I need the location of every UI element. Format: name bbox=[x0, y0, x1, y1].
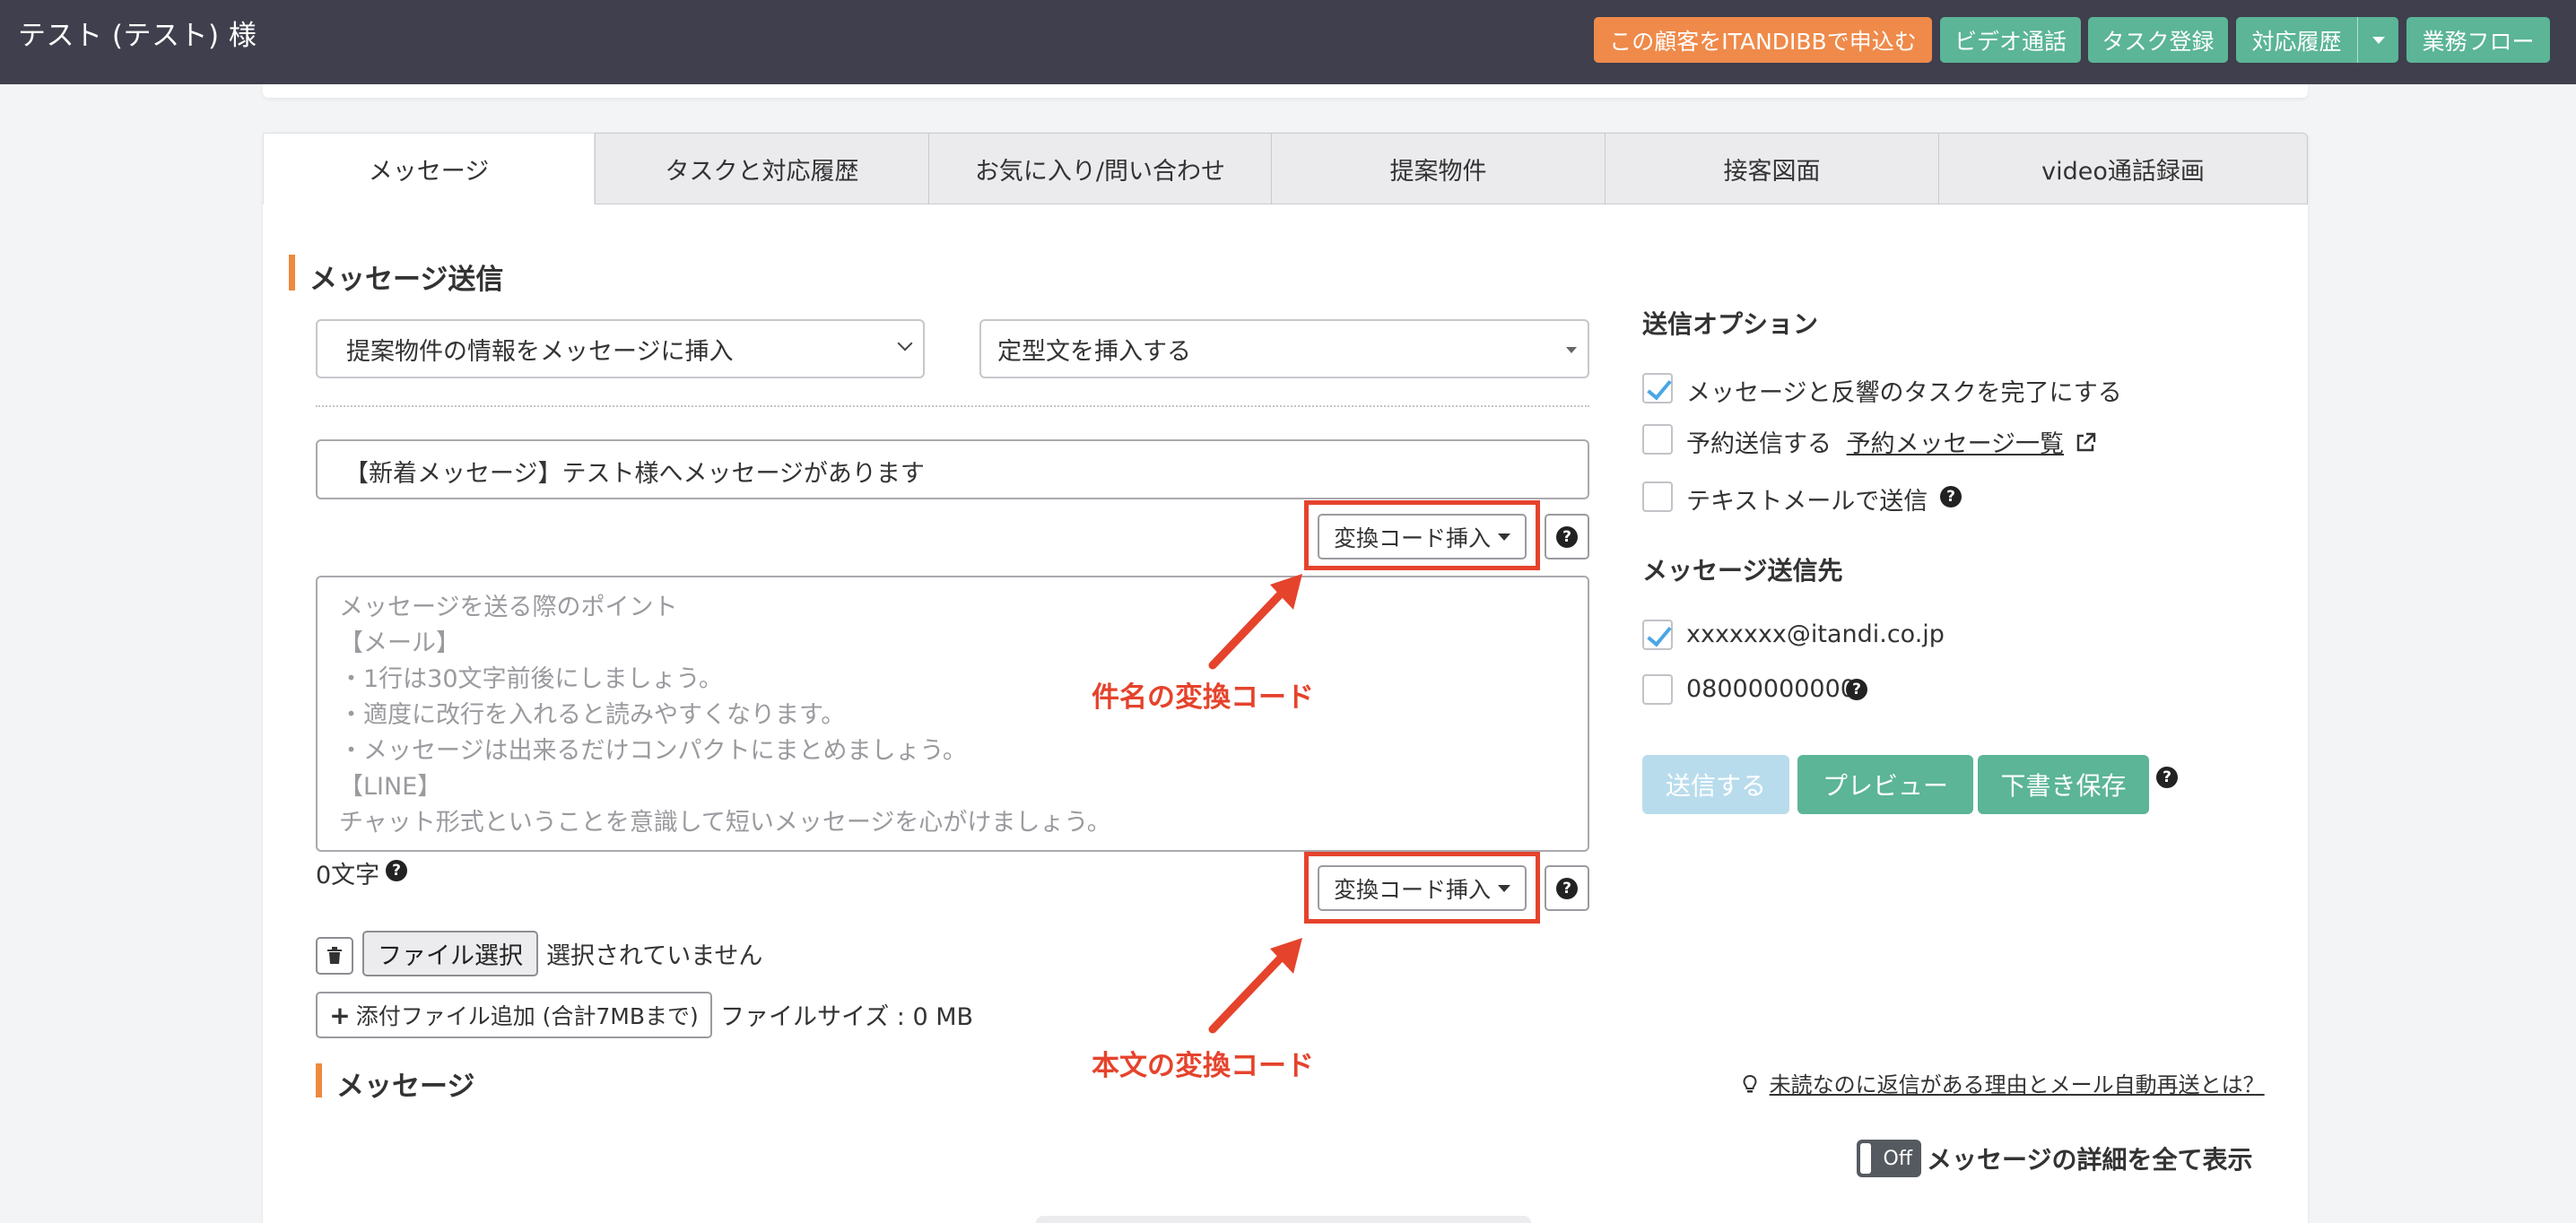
body-code-insert-label: 変換コード挿入 bbox=[1333, 876, 1491, 903]
message-body-textarea[interactable]: メッセージを送る際のポイント 【メール】 ・1行は30文字前後にしましょう。 ・… bbox=[316, 576, 1589, 852]
sms-send-label: テキストメールで送信 bbox=[1686, 488, 1928, 516]
question-circle-icon: ? bbox=[1556, 877, 1578, 899]
placeholder-line: 【LINE】 bbox=[339, 773, 442, 801]
trash-icon bbox=[327, 947, 342, 964]
subject-input-value: 【新着メッセージ】テスト様へメッセージがあります bbox=[344, 460, 925, 488]
annotation-body-code: 本文の変換コード bbox=[1092, 1050, 1314, 1082]
plus-icon: + bbox=[329, 1000, 351, 1030]
history-button[interactable]: 対応履歴 bbox=[2236, 17, 2357, 63]
complete-task-checkbox[interactable] bbox=[1642, 373, 1673, 403]
annotation-arrow-subject bbox=[1208, 574, 1302, 670]
char-count: 0文字 bbox=[316, 862, 380, 889]
scheduled-send-label: 予約送信する 予約メッセージ一覧 bbox=[1686, 424, 2097, 459]
save-draft-button[interactable]: 下書き保存 bbox=[1978, 755, 2149, 814]
recipients-title: メッセージ送信先 bbox=[1642, 556, 1843, 585]
placeholder-line: 【メール】 bbox=[339, 629, 460, 657]
question-circle-icon[interactable]: ? bbox=[1846, 679, 1867, 700]
apply-itandibb-button[interactable]: この顧客をITANDIBBで申込む bbox=[1594, 17, 1932, 63]
placeholder-line: ・1行は30文字前後にしましょう。 bbox=[339, 665, 723, 693]
tab-service-drawings[interactable]: 接客図面 bbox=[1605, 133, 1939, 204]
divider bbox=[316, 405, 1589, 407]
subject-code-insert-button[interactable]: 変換コード挿入 bbox=[1318, 514, 1527, 559]
help-link-row: 未読なのに返信がある理由とメール自動再送とは？ bbox=[1743, 1067, 2265, 1098]
history-dropdown-toggle[interactable] bbox=[2357, 17, 2398, 63]
subject-code-help-button[interactable]: ? bbox=[1545, 514, 1589, 559]
compose-section-title: メッセージ送信 bbox=[309, 264, 504, 296]
toggle-state-label: Off bbox=[1883, 1147, 1912, 1170]
property-insert-select[interactable]: 提案物件の情報をメッセージに挿入 bbox=[316, 319, 925, 378]
resend-help-link[interactable]: 未読なのに返信がある理由とメール自動再送とは？ bbox=[1770, 1072, 2265, 1097]
email-recipient-checkbox[interactable] bbox=[1642, 620, 1673, 650]
caret-down-icon bbox=[2371, 36, 2385, 44]
top-header: テスト (テスト) 様 この顧客をITANDIBBで申込む ビデオ通話 タスク登… bbox=[0, 0, 2576, 84]
customer-name: テスト (テスト) 様 bbox=[18, 20, 257, 52]
message-list-top-edge bbox=[1036, 1216, 1531, 1223]
subject-input[interactable]: 【新着メッセージ】テスト様へメッセージがあります bbox=[316, 439, 1589, 499]
external-link-icon[interactable] bbox=[2074, 431, 2097, 455]
toggle-knob bbox=[1860, 1143, 1871, 1174]
tab-message[interactable]: メッセージ bbox=[263, 133, 595, 204]
lightbulb-icon bbox=[1743, 1074, 1757, 1093]
show-details-label: メッセージの詳細を全て表示 bbox=[1927, 1145, 2253, 1175]
placeholder-line: ・メッセージは出来るだけコンパクトにまとめましょう。 bbox=[339, 737, 967, 765]
send-options-title: 送信オプション bbox=[1642, 309, 1819, 339]
file-select-button[interactable]: ファイル選択 bbox=[362, 931, 538, 976]
file-none-text: 選択されていません bbox=[546, 942, 763, 970]
sms-send-checkbox[interactable] bbox=[1642, 481, 1673, 512]
question-circle-icon[interactable]: ? bbox=[1940, 486, 1962, 507]
complete-task-label: メッセージと反響のタスクを完了にする bbox=[1686, 379, 2122, 407]
caret-down-icon bbox=[1498, 884, 1510, 892]
add-attachment-label: 添付ファイル追加 (合計7MBまで) bbox=[355, 1003, 699, 1029]
question-circle-icon: ? bbox=[1556, 525, 1578, 548]
template-insert-select[interactable]: 定型文を挿入する bbox=[979, 319, 1589, 378]
file-size-text: ファイルサイズ : 0 MB bbox=[720, 1003, 974, 1031]
body-code-help-button[interactable]: ? bbox=[1545, 865, 1589, 911]
scheduled-send-checkbox[interactable] bbox=[1642, 424, 1673, 455]
annotation-arrow-body bbox=[1208, 938, 1302, 1034]
scheduled-list-link[interactable]: 予約メッセージ一覧 bbox=[1847, 430, 2064, 458]
section-accent-bar bbox=[289, 255, 295, 291]
tab-video-recordings[interactable]: video通話録画 bbox=[1938, 133, 2308, 204]
placeholder-line: メッセージを送る際のポイント bbox=[339, 594, 678, 621]
tab-favorites-inquiries[interactable]: お気に入り/問い合わせ bbox=[928, 133, 1272, 204]
placeholder-line: ・適度に改行を入れると読みやすくなります。 bbox=[339, 701, 846, 729]
tab-task-history[interactable]: タスクと対応履歴 bbox=[595, 133, 929, 204]
scheduled-send-text: 予約送信する bbox=[1686, 430, 1832, 458]
caret-down-icon bbox=[1566, 347, 1577, 353]
property-insert-select-value: 提案物件の情報をメッセージに挿入 bbox=[346, 337, 734, 366]
annotation-subject-code: 件名の変換コード bbox=[1092, 681, 1314, 714]
show-details-toggle[interactable]: Off bbox=[1857, 1140, 1921, 1177]
template-insert-select-value: 定型文を挿入する bbox=[997, 337, 1191, 366]
tab-proposed-properties[interactable]: 提案物件 bbox=[1271, 133, 1606, 204]
chevron-down-icon bbox=[897, 335, 913, 351]
caret-down-icon bbox=[1498, 533, 1510, 541]
subject-code-insert-label: 変換コード挿入 bbox=[1333, 525, 1491, 551]
phone-recipient-label: 08000000000 bbox=[1686, 675, 1856, 703]
email-recipient-label: xxxxxxx@itandi.co.jp bbox=[1686, 620, 1945, 648]
task-register-button[interactable]: タスク登録 bbox=[2088, 17, 2228, 63]
messages-section-title: メッセージ bbox=[336, 1071, 475, 1103]
video-call-button[interactable]: ビデオ通話 bbox=[1940, 17, 2081, 63]
send-button[interactable]: 送信する bbox=[1642, 755, 1789, 814]
workflow-button[interactable]: 業務フロー bbox=[2406, 17, 2550, 63]
phone-recipient-checkbox[interactable] bbox=[1642, 674, 1673, 705]
preview-button[interactable]: プレビュー bbox=[1797, 755, 1973, 814]
delete-file-button[interactable] bbox=[316, 937, 353, 975]
placeholder-line: チャット形式ということを意識して短いメッセージを心がけましょう。 bbox=[339, 809, 1111, 837]
question-circle-icon[interactable]: ? bbox=[2156, 767, 2178, 788]
body-code-insert-button[interactable]: 変換コード挿入 bbox=[1318, 865, 1527, 911]
add-attachment-button[interactable]: + 添付ファイル追加 (合計7MBまで) bbox=[316, 992, 712, 1038]
section-accent-bar bbox=[316, 1063, 322, 1097]
question-circle-icon[interactable]: ? bbox=[386, 860, 407, 881]
upper-card-edge bbox=[263, 84, 2308, 98]
